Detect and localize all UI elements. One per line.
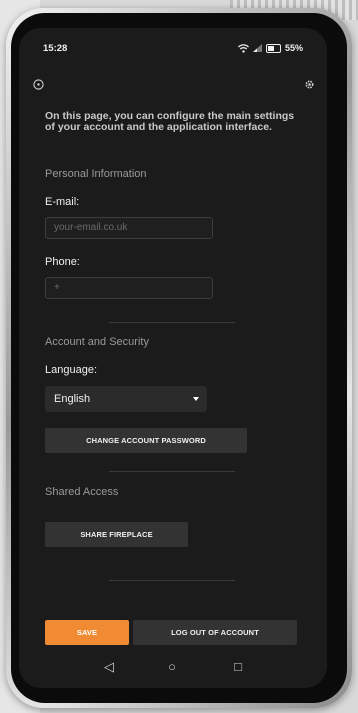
back-icon[interactable]: ◁ bbox=[99, 656, 119, 678]
save-button[interactable]: SAVE bbox=[45, 620, 129, 645]
system-nav-bar: ◁ ○ □ bbox=[19, 656, 327, 678]
logout-button[interactable]: LOG OUT OF ACCOUNT bbox=[133, 620, 297, 645]
personal-info-title: Personal Information bbox=[45, 168, 147, 180]
shared-access-title: Shared Access bbox=[45, 486, 119, 498]
page-intro: On this page, you can configure the main… bbox=[45, 110, 295, 133]
info-circle-glyph bbox=[33, 79, 44, 90]
chevron-down-icon bbox=[193, 397, 199, 401]
status-icons: 55% bbox=[238, 43, 303, 53]
phone-field[interactable]: + bbox=[45, 277, 213, 299]
gear-glyph bbox=[305, 80, 314, 89]
divider bbox=[109, 471, 235, 472]
account-security-title: Account and Security bbox=[45, 336, 149, 348]
wifi-icon bbox=[238, 43, 249, 53]
gear-icon[interactable] bbox=[304, 79, 315, 92]
status-time: 15:28 bbox=[43, 43, 68, 54]
change-password-button[interactable]: CHANGE ACCOUNT PASSWORD bbox=[45, 428, 247, 453]
home-icon[interactable]: ○ bbox=[162, 656, 182, 678]
battery-icon bbox=[265, 43, 281, 53]
divider bbox=[109, 322, 235, 323]
phone-label: Phone: bbox=[45, 256, 80, 268]
language-select[interactable]: English bbox=[45, 386, 207, 412]
signal-icon bbox=[252, 44, 262, 52]
divider bbox=[109, 580, 235, 581]
language-label: Language: bbox=[45, 364, 97, 376]
email-field[interactable]: your-email.co.uk bbox=[45, 217, 213, 239]
language-value: English bbox=[54, 393, 91, 405]
battery-percent: 55% bbox=[284, 43, 303, 53]
app-screen: 15:28 55% On this page, you can configur… bbox=[19, 28, 327, 688]
email-label: E-mail: bbox=[45, 196, 80, 208]
share-fireplace-button[interactable]: SHARE FIREPLACE bbox=[45, 522, 188, 547]
status-bar: 15:28 55% bbox=[19, 43, 327, 57]
recents-icon[interactable]: □ bbox=[228, 656, 248, 678]
info-circle-icon[interactable] bbox=[33, 79, 44, 92]
